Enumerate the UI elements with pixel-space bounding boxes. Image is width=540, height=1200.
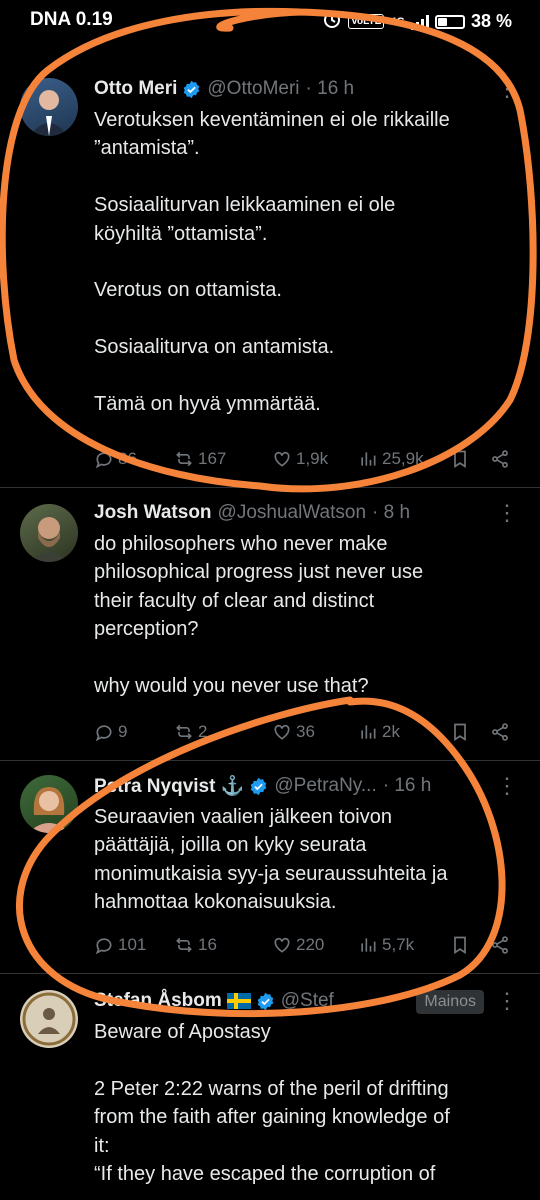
tweet-actions: 101 16 220 5,7k: [94, 935, 516, 955]
reply-count: 101: [118, 935, 147, 954]
like-count: 220: [296, 935, 325, 954]
share-button[interactable]: [490, 935, 510, 955]
tweet-text: Verotuksen keventäminen ei ole rikkaille…: [94, 109, 450, 416]
author-handle[interactable]: @OttoMeri: [207, 78, 299, 100]
views-icon: [361, 452, 376, 466]
battery-fill: [437, 17, 447, 26]
reply-count: 86: [118, 449, 137, 468]
tweet-stefan-asbom-ad[interactable]: Stefan Åsbom @Stef Mainos ⋮ Beware of Ap…: [0, 974, 540, 1200]
share-icon: [492, 723, 508, 741]
like-count: 36: [296, 722, 315, 741]
tweet-time: · 16 h: [305, 78, 355, 99]
verified-icon: [251, 777, 267, 795]
more-options-icon[interactable]: ⋮: [496, 502, 518, 524]
views-icon: [361, 725, 376, 739]
views-icon: [361, 938, 376, 952]
author-handle[interactable]: @PetraNy...: [274, 775, 376, 797]
author-name[interactable]: Otto Meri: [94, 78, 177, 100]
bookmark-icon: [454, 723, 466, 742]
verified-icon: [257, 992, 274, 1010]
reply-count: 9: [118, 722, 128, 741]
heart-icon: [274, 451, 290, 467]
heart-icon: [274, 724, 290, 740]
avatar[interactable]: [20, 504, 78, 562]
repost-button[interactable]: 2: [174, 722, 272, 742]
like-count: 1,9k: [296, 449, 329, 468]
tweet-text: Seuraavien vaalien jälkeen toivon päättä…: [94, 806, 448, 914]
reply-button[interactable]: 86: [94, 449, 174, 469]
more-options-icon[interactable]: ⋮: [496, 78, 518, 100]
heart-icon: [274, 937, 290, 953]
repost-icon: [176, 724, 192, 740]
signal-icon: [410, 14, 429, 30]
tweet-time: · 8 h: [372, 502, 411, 523]
tweet-petra-nyqvist[interactable]: Petra Nyqvist ⚓ @PetraNy... · 16 h ⋮ Seu…: [0, 761, 540, 974]
view-count: 5,7k: [382, 935, 415, 954]
repost-button[interactable]: 167: [174, 449, 272, 469]
bookmark-icon: [454, 936, 466, 955]
views-button[interactable]: 5,7k: [358, 935, 450, 955]
tweet-actions: 9 2 36 2k: [94, 722, 516, 742]
author-handle[interactable]: @Stef: [281, 990, 334, 1012]
views-button[interactable]: 2k: [358, 722, 450, 742]
views-button[interactable]: 25,9k: [358, 449, 450, 469]
battery-label: 38 %: [470, 11, 512, 31]
share-icon: [492, 936, 508, 954]
repost-icon: [176, 937, 192, 953]
bookmark-button[interactable]: [450, 722, 490, 742]
author-handle[interactable]: @JoshualWatson: [218, 502, 366, 524]
status-icons: VoLTE 4G 38 %: [322, 9, 512, 34]
view-count: 2k: [382, 722, 400, 741]
bookmark-button[interactable]: [450, 449, 490, 469]
tweet-time: · 16 h: [382, 775, 432, 796]
avatar[interactable]: [20, 78, 78, 136]
tweet-josh-watson[interactable]: Josh Watson @JoshualWatson · 8 h ⋮ do ph…: [0, 488, 540, 761]
verified-icon: [184, 80, 200, 98]
reply-icon: [95, 938, 112, 955]
repost-count: 167: [198, 449, 227, 468]
more-options-icon[interactable]: ⋮: [496, 775, 518, 797]
reply-icon: [95, 452, 112, 469]
avatar[interactable]: [20, 990, 78, 1048]
volte-badge: VoLTE: [348, 14, 385, 29]
tweet-otto-meri[interactable]: Otto Meri @OttoMeri · 16 h ⋮ Verotuksen …: [0, 64, 540, 488]
share-button[interactable]: [490, 449, 510, 469]
tweet-text: do philosophers who never make philosoph…: [94, 533, 424, 698]
bookmark-button[interactable]: [450, 935, 490, 955]
view-count: 25,9k: [382, 449, 424, 468]
alarm-icon: [322, 9, 342, 34]
status-bar: DNA 0.19 VoLTE 4G 38 %: [0, 0, 540, 42]
author-name[interactable]: Josh Watson: [94, 502, 212, 524]
more-options-icon[interactable]: ⋮: [496, 990, 518, 1012]
share-button[interactable]: [490, 722, 510, 742]
tweet-text: Beware of Apostasy 2 Peter 2:22 warns of…: [94, 1021, 450, 1186]
carrier-label: DNA 0.19: [30, 9, 113, 30]
reply-button[interactable]: 9: [94, 722, 174, 742]
share-icon: [492, 450, 508, 468]
sweden-flag-icon: [226, 993, 251, 1009]
like-button[interactable]: 36: [272, 722, 358, 742]
like-button[interactable]: 1,9k: [272, 449, 358, 469]
avatar[interactable]: [20, 775, 78, 833]
tweet-actions: 86 167 1,9k 25,9k: [94, 449, 516, 469]
network-label: 4G: [390, 15, 405, 28]
repost-count: 16: [198, 935, 217, 954]
repost-count: 2: [198, 722, 208, 741]
repost-icon: [176, 451, 192, 467]
author-name[interactable]: Petra Nyqvist ⚓: [94, 774, 244, 798]
reply-button[interactable]: 101: [94, 935, 174, 955]
reply-icon: [95, 725, 112, 742]
ad-badge: Mainos: [416, 990, 484, 1014]
bookmark-icon: [454, 450, 466, 469]
author-name[interactable]: Stefan Åsbom: [94, 990, 222, 1012]
like-button[interactable]: 220: [272, 935, 358, 955]
repost-button[interactable]: 16: [174, 935, 272, 955]
battery-icon: [434, 14, 465, 29]
